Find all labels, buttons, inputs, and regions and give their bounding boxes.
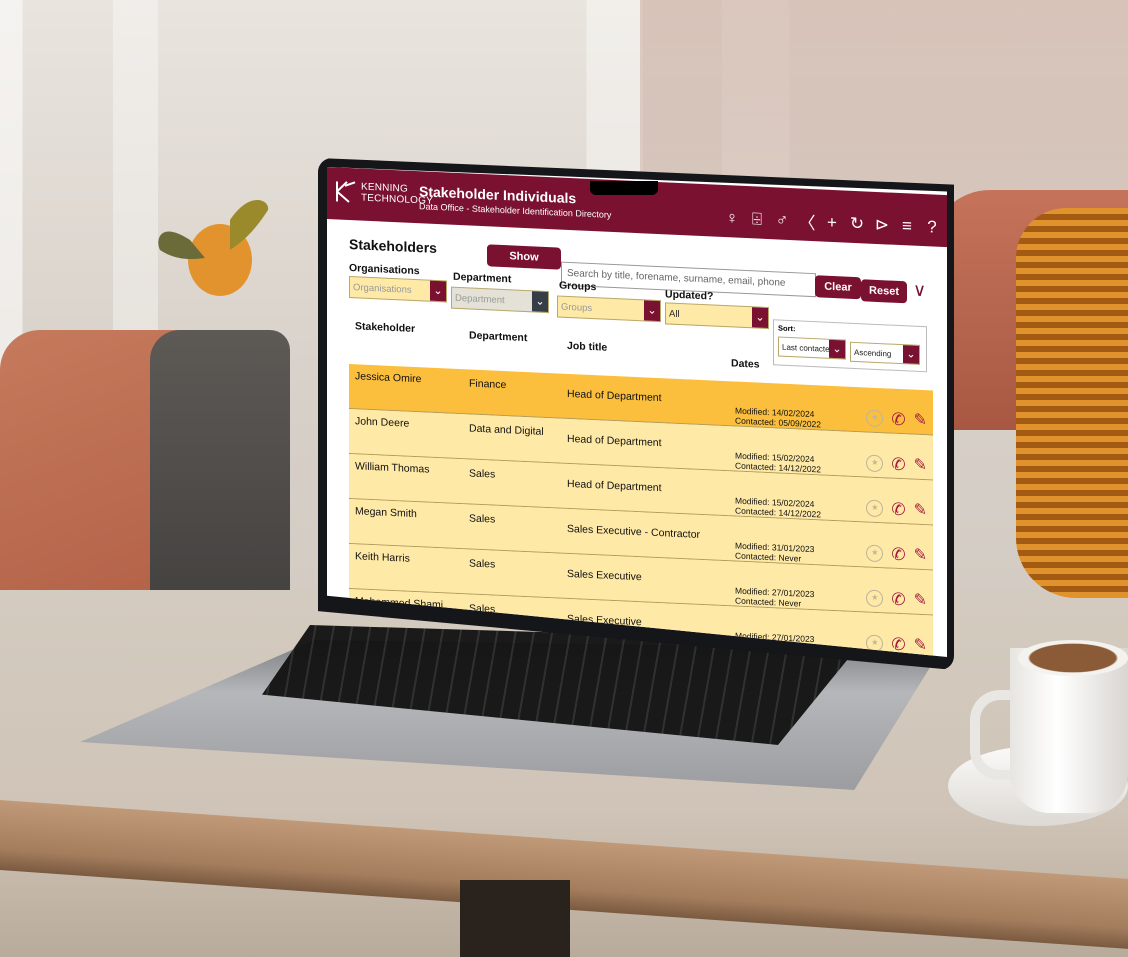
stakeholder-name: Keith Harris xyxy=(355,550,410,565)
stakeholder-dates: Modified: 31/01/2023 Contacted: Never xyxy=(735,541,814,565)
edit-icon[interactable]: ✎ xyxy=(914,636,927,654)
reset-button[interactable]: Reset xyxy=(861,279,907,304)
stakeholder-name: William Thomas xyxy=(355,460,430,476)
badge-icon[interactable]: ★ xyxy=(866,499,884,518)
stakeholder-dates: Modified: 27/01/2023 Contacted: Never xyxy=(735,586,814,610)
sort-label: Sort: xyxy=(778,323,796,334)
stakeholder-department: Sales xyxy=(469,467,496,481)
edit-icon[interactable]: ✎ xyxy=(914,501,927,519)
row-actions: ★ ✆ ✎ xyxy=(866,544,927,564)
coffee-surface xyxy=(1018,640,1128,676)
section-title: Stakeholders xyxy=(349,235,437,256)
camera-notch xyxy=(590,181,658,195)
edit-icon[interactable]: ✎ xyxy=(914,591,927,609)
stakeholder-job-title: Head of Department xyxy=(567,387,662,405)
chevron-down-icon: ⌄ xyxy=(752,307,768,329)
badge-icon[interactable]: ★ xyxy=(866,544,884,563)
refresh-icon[interactable]: ↻ xyxy=(848,213,866,234)
stakeholder-job-title: Sales Executive xyxy=(567,567,642,584)
badge-icon[interactable]: ★ xyxy=(866,454,884,473)
plant-image xyxy=(158,200,269,296)
chevron-down-icon: ⌄ xyxy=(903,345,919,364)
sort-field-value: Last contacted xyxy=(782,342,835,355)
add-icon[interactable]: + xyxy=(823,212,841,233)
help-icon[interactable]: ? xyxy=(923,217,941,238)
sort-field-select[interactable]: Last contacted ⌄ xyxy=(778,336,846,360)
back-chevron-icon[interactable]: 〈 xyxy=(798,208,816,234)
stakeholder-job-title: Head of Department xyxy=(567,432,662,450)
department-value: Department xyxy=(455,292,505,307)
stakeholder-name: John Deere xyxy=(355,415,410,430)
chevron-down-icon: ⌄ xyxy=(532,291,548,313)
groups-label: Groups xyxy=(559,279,597,294)
edit-icon[interactable]: ✎ xyxy=(914,456,927,474)
stakeholder-department: Data and Digital xyxy=(469,422,544,438)
stakeholder-dates: Modified: 15/02/2024 Contacted: 14/12/20… xyxy=(735,496,821,520)
phone-icon[interactable]: ✆ xyxy=(891,590,905,610)
stakeholder-dates: Modified: 14/02/2024 Contacted: 05/09/20… xyxy=(735,406,821,430)
laptop-screen: KENNING TECHNOLOGY Stakeholder Individua… xyxy=(327,167,947,657)
header-toolbar: ♀ ⌹ ♂ 〈 + ↻ ⊳ ≡ ? xyxy=(723,205,941,240)
row-actions: ★ ✆ ✎ xyxy=(866,499,927,519)
kenning-logo-icon xyxy=(336,181,356,203)
stakeholder-dates: Modified: 15/02/2024 Contacted: 14/12/20… xyxy=(735,451,821,475)
updated-value: All xyxy=(669,308,680,321)
badge-icon[interactable]: ★ xyxy=(866,409,884,428)
stakeholder-department: Sales xyxy=(469,512,496,526)
sort-order-value: Ascending xyxy=(854,347,892,359)
column-header-dates: Dates xyxy=(731,357,760,371)
groups-select[interactable]: Groups ⌄ xyxy=(557,295,661,323)
chevron-down-icon: ⌄ xyxy=(644,300,660,322)
badge-icon[interactable]: ★ xyxy=(866,589,884,608)
organisations-label: Organisations xyxy=(349,261,420,278)
main-content: Stakeholders Show pending Search by titl… xyxy=(327,225,947,657)
organisations-value: Organisations xyxy=(353,282,412,296)
users-icon[interactable]: ♂ xyxy=(773,210,791,231)
edit-icon[interactable]: ✎ xyxy=(914,411,927,429)
stakeholder-name: Megan Smith xyxy=(355,505,417,521)
phone-icon[interactable]: ✆ xyxy=(891,410,905,430)
updated-select[interactable]: All ⌄ xyxy=(665,302,769,330)
contact-card-icon[interactable]: ⌹ xyxy=(748,209,766,230)
show-pending-button[interactable]: Show pending xyxy=(487,244,561,286)
edit-icon[interactable]: ✎ xyxy=(914,546,927,564)
stakeholder-department: Finance xyxy=(469,377,507,392)
phone-icon[interactable]: ✆ xyxy=(891,455,905,475)
stakeholder-name: Jessica Omire xyxy=(355,370,422,386)
collapse-chevron-icon[interactable]: ∨ xyxy=(913,280,926,302)
row-actions: ★ ✆ ✎ xyxy=(866,454,927,474)
department-label: Department xyxy=(453,270,512,286)
column-header-job-title: Job title xyxy=(567,339,608,354)
list-icon[interactable]: ≡ xyxy=(898,215,916,236)
clear-button[interactable]: Clear xyxy=(815,275,861,300)
row-actions: ★ ✆ ✎ xyxy=(866,589,927,609)
stakeholder-job-title: Sales Executive - Contractor xyxy=(567,522,701,541)
sort-order-select[interactable]: Ascending ⌄ xyxy=(850,341,920,365)
stakeholder-department: Sales xyxy=(469,557,496,571)
sort-panel: Sort: Last contacted ⌄ Ascending ⌄ xyxy=(773,319,927,373)
table-leg xyxy=(460,880,570,957)
vase xyxy=(1016,208,1128,598)
phone-icon[interactable]: ✆ xyxy=(891,635,905,655)
column-header-department: Department xyxy=(469,329,528,345)
app-titles: Stakeholder Individuals Data Office - St… xyxy=(419,183,611,220)
row-actions: ★ ✆ ✎ xyxy=(866,409,927,429)
phone-icon[interactable]: ✆ xyxy=(891,545,905,565)
groups-value: Groups xyxy=(561,301,593,315)
updated-label: Updated? xyxy=(665,288,714,303)
phone-icon[interactable]: ✆ xyxy=(891,500,905,520)
user-icon[interactable]: ♀ xyxy=(723,207,741,228)
organisations-select[interactable]: Organisations ⌄ xyxy=(349,275,447,303)
chevron-down-icon: ⌄ xyxy=(430,280,446,302)
chevron-down-icon: ⌄ xyxy=(829,339,845,359)
department-select[interactable]: Department ⌄ xyxy=(451,286,549,314)
stakeholder-job-title: Head of Department xyxy=(567,477,662,495)
column-header-stakeholder: Stakeholder xyxy=(355,320,416,336)
send-icon[interactable]: ⊳ xyxy=(873,214,891,235)
